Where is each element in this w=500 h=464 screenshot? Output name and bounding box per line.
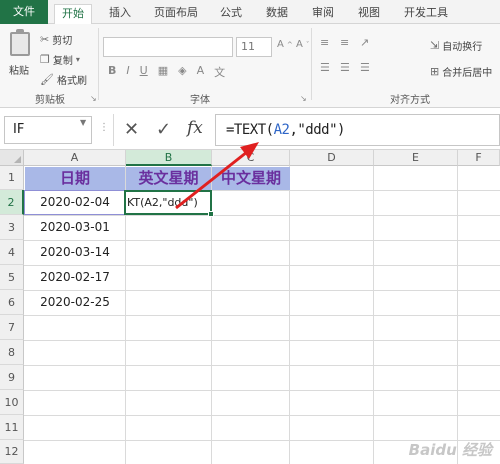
watermark: Baidu 经验 bbox=[408, 441, 492, 459]
annotation-arrow bbox=[175, 142, 259, 210]
annotation-arrow-shaft bbox=[175, 150, 248, 210]
